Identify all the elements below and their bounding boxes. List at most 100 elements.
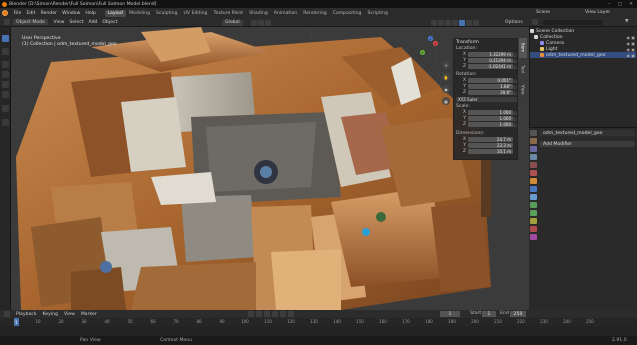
particles-tab-icon[interactable] [530,194,537,200]
physics-tab-icon[interactable] [530,202,537,208]
start-frame-field[interactable]: 1 [482,311,496,317]
object-name-field[interactable]: odm_textured_model_geo [540,130,634,136]
select-box-tool-icon[interactable] [2,35,9,42]
measure-tool-icon[interactable] [2,119,9,126]
rotation-mode-dropdown[interactable]: XYZ Euler [456,97,517,102]
zoom-view-icon[interactable]: + [442,61,450,69]
menu-render[interactable]: Render [38,11,60,16]
modifier-properties-tab-icon[interactable] [530,186,537,192]
data-properties-tab-icon[interactable] [530,218,537,224]
overlay-toggle-icon[interactable] [445,19,451,26]
maximize-icon[interactable]: □ [615,0,625,8]
workspace-tab-texture-paint[interactable]: Texture Paint [210,10,246,17]
rotation-z-field[interactable]: 39.8° [468,90,513,95]
lock-icon[interactable]: ◫ [513,59,517,63]
camera-view-icon[interactable]: ◉ [442,85,450,93]
rotation-x-field[interactable]: 0.001° [468,78,513,83]
lock-icon[interactable]: ◫ [513,79,517,83]
gizmo-toggle-icon[interactable] [438,19,444,26]
render-icon[interactable]: ▣ [631,41,635,46]
next-keyframe-icon[interactable] [280,311,286,317]
view-layer-selector[interactable]: View Layer [585,10,610,15]
x-axis-icon[interactable]: X [433,41,438,46]
mode-dropdown[interactable]: Object Mode [13,19,48,25]
menu-window[interactable]: Window [60,11,83,16]
workspace-tab-uv-editing[interactable]: UV Editing [180,10,210,17]
workspace-tab-scripting[interactable]: Scripting [364,10,390,17]
eye-icon[interactable]: ◉ [627,47,631,52]
orientation-dropdown[interactable]: Global [222,19,243,26]
jump-start-icon[interactable] [248,311,254,317]
navigation-gizmo[interactable]: X Y Z [415,36,445,66]
outliner-editor-icon[interactable] [532,19,538,25]
end-frame-field[interactable]: 250 [510,311,526,317]
workspace-tab-animation[interactable]: Animation [271,10,300,17]
dimension-x-field[interactable]: 24.7 m [468,137,513,142]
timeline-menu-view[interactable]: View [61,312,78,317]
filter-icon[interactable]: ▼ [625,19,629,24]
render-icon[interactable]: ▣ [631,53,635,58]
render-icon[interactable]: ▣ [631,47,635,52]
visibility-icon[interactable] [431,19,437,26]
blender-menu-icon[interactable] [2,10,8,16]
constraints-tab-icon[interactable] [530,210,537,216]
cursor-tool-icon[interactable] [2,48,9,55]
render-icon[interactable]: ▣ [631,35,635,40]
options-dropdown[interactable]: Options [505,20,523,25]
jump-end-icon[interactable] [288,311,294,317]
lock-icon[interactable]: ◫ [513,117,517,121]
timeline-ruler[interactable]: 1 0 10 20 30 40 50 60 70 80 90 100 110 1… [0,318,637,326]
viewport-menu-select[interactable]: Select [67,20,86,25]
dimension-y-field[interactable]: 23.3 m [468,143,513,148]
editor-type-icon[interactable] [4,19,10,25]
lock-icon[interactable]: ◫ [513,123,517,127]
prev-keyframe-icon[interactable] [256,311,262,317]
play-reverse-icon[interactable] [264,311,270,317]
close-icon[interactable]: ✕ [626,0,636,8]
workspace-tab-sculpting[interactable]: Sculpting [153,10,180,17]
viewport-menu-add[interactable]: Add [86,20,100,25]
eye-icon[interactable]: ◉ [627,53,631,58]
current-frame-field[interactable]: 1 [440,311,460,317]
scale-tool-icon[interactable] [2,81,9,88]
dimension-z-field[interactable]: 10.1 m [468,149,513,154]
lock-icon[interactable]: ◫ [513,85,517,89]
timeline-menu-marker[interactable]: Marker [78,312,100,317]
object-properties-tab-icon[interactable] [530,178,537,184]
3d-viewport[interactable]: X Y Z + ✋ ◉ ▦ [11,27,529,310]
timeline-menu-playback[interactable]: Playback [13,312,40,317]
output-properties-tab-icon[interactable] [530,146,537,152]
workspace-tab-rendering[interactable]: Rendering [300,10,329,17]
viewport-menu-object[interactable]: Object [100,20,120,25]
location-y-field[interactable]: 0.21294 m [468,58,513,63]
y-axis-icon[interactable]: Y [420,50,425,55]
render-properties-tab-icon[interactable] [530,138,537,144]
rendered-shading-icon[interactable] [473,19,479,26]
eye-icon[interactable]: ◉ [627,41,631,46]
workspace-tab-shading[interactable]: Shading [246,10,271,17]
solid-shading-icon[interactable] [459,19,465,26]
viewport-menu-view[interactable]: View [51,20,67,25]
tool-properties-tab-icon[interactable] [530,130,537,136]
z-axis-icon[interactable]: Z [428,36,433,41]
menu-file[interactable]: File [11,11,24,16]
perspective-toggle-icon[interactable]: ▦ [442,97,450,105]
tab-view[interactable]: View [519,80,527,100]
add-modifier-button[interactable]: Add Modifier [540,141,634,147]
outliner-item[interactable]: odm_textured_model_geo ◉ ▣ [530,52,636,58]
tab-item[interactable]: Item [519,38,527,58]
view-layer-tab-icon[interactable] [530,154,537,160]
timeline-editor-icon[interactable] [4,311,10,317]
snap-icon[interactable] [258,19,264,26]
move-tool-icon[interactable] [2,61,9,68]
minimize-icon[interactable]: – [604,0,614,8]
workspace-tab-layout[interactable]: Layout [104,9,127,17]
eye-icon[interactable]: ◉ [627,35,631,40]
menu-help[interactable]: Help [83,11,99,16]
scene-properties-tab-icon[interactable] [530,162,537,168]
xray-icon[interactable] [452,19,458,26]
pivot-icon[interactable] [251,19,257,26]
workspace-tab-modeling[interactable]: Modeling [126,10,153,17]
scale-y-field[interactable]: 1.000 [468,116,513,121]
timeline-menu-keying[interactable]: Keying [40,312,61,317]
